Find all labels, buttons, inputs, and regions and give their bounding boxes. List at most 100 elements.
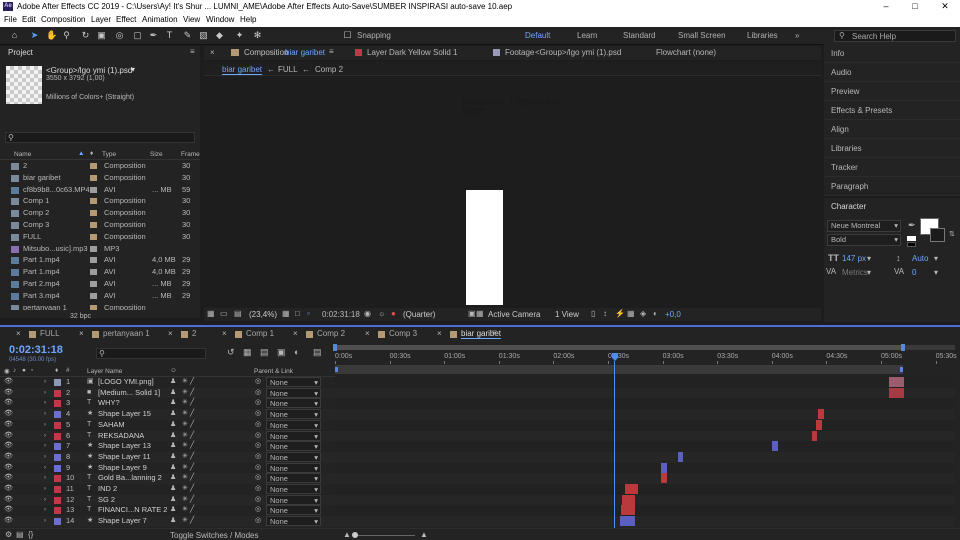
close-tab-icon[interactable]: × [16, 329, 21, 338]
visibility-eye-icon[interactable]: 👁 [4, 388, 13, 399]
quality-switch-icon[interactable]: ╱ [190, 505, 194, 516]
label-swatch[interactable] [90, 269, 97, 276]
pick-whip-icon[interactable]: ◎ [255, 431, 261, 442]
project-item[interactable]: Part 3.mp4 AVI ... MB 29 [0, 290, 200, 302]
project-item[interactable]: pertanyaan 1 Composition [0, 302, 200, 310]
character-title[interactable]: Character [831, 202, 866, 211]
expand-chevron-icon[interactable]: › [44, 516, 46, 527]
layer-duration-bar[interactable] [889, 387, 904, 398]
label-swatch[interactable] [54, 389, 61, 397]
layer-name[interactable]: WHY? [98, 398, 120, 409]
roto-brush-tool-icon[interactable]: ✦ [234, 30, 245, 41]
label-swatch[interactable] [54, 400, 61, 408]
expand-chevron-icon[interactable]: › [44, 420, 46, 431]
type-tool-icon[interactable]: T [164, 30, 175, 41]
pick-whip-icon[interactable]: ◎ [255, 505, 261, 516]
zoom-out-icon[interactable]: ▲ [343, 530, 351, 539]
tracking-value[interactable]: 0 [912, 268, 916, 277]
shy-switch-icon[interactable]: ♟ [170, 495, 176, 506]
label-swatch[interactable] [54, 475, 61, 483]
expand-chevron-icon[interactable]: › [44, 409, 46, 420]
collapse-switch-icon[interactable]: ✳ [182, 463, 188, 474]
font-family-dropdown[interactable]: Neue Montreal ▾ [827, 220, 901, 232]
layer-name[interactable]: SG 2 [98, 495, 115, 506]
close-tab-icon[interactable]: × [210, 48, 215, 57]
toggle-panes-icon[interactable]: ▤ [16, 530, 24, 539]
thumb-dropdown-icon[interactable]: ▾ [131, 65, 135, 74]
col-parent-link[interactable]: Parent & Link [254, 368, 293, 375]
visibility-eye-icon[interactable]: 👁 [4, 441, 13, 452]
tab-footage-prefix[interactable]: Footage [505, 48, 534, 57]
label-swatch[interactable] [54, 411, 61, 419]
layer-name[interactable]: IND 2 [98, 484, 117, 495]
parent-dropdown[interactable]: None ▾ [266, 430, 321, 441]
quality-switch-icon[interactable]: ╱ [190, 463, 194, 474]
layer-name[interactable]: Shape Layer 9 [98, 463, 147, 474]
project-item[interactable]: Comp 1 Composition 30 [0, 195, 200, 207]
layer-row[interactable]: 👁 › 14 ★ Shape Layer 7 ♟ ✳ ╱ ◎ None ▾ [0, 516, 335, 527]
collapse-switch-icon[interactable]: ✳ [182, 495, 188, 506]
visibility-eye-icon[interactable]: 👁 [4, 495, 13, 506]
label-swatch[interactable] [90, 292, 97, 299]
shy-layers-icon[interactable]: ▤ [260, 347, 269, 358]
navigator-end-handle[interactable] [900, 367, 903, 372]
view-layout-dropdown[interactable]: 1 View [555, 310, 579, 319]
breadcrumb-1[interactable]: FULL [278, 65, 298, 74]
collapse-switch-icon[interactable]: ✳ [182, 377, 188, 388]
work-area-range[interactable] [335, 345, 903, 350]
menu-file[interactable]: File [4, 15, 17, 24]
quality-switch-icon[interactable]: ╱ [190, 377, 194, 388]
label-swatch[interactable] [90, 257, 97, 264]
rotate-tool-icon[interactable]: ↻ [80, 30, 91, 41]
close-tab-icon[interactable]: × [293, 329, 298, 338]
parent-dropdown[interactable]: None ▾ [266, 441, 321, 452]
parent-dropdown[interactable]: None ▾ [266, 462, 321, 473]
draft-3d-icon[interactable]: ▦ [243, 347, 252, 358]
workspace-overflow-icon[interactable]: » [795, 31, 799, 40]
visibility-eye-icon[interactable]: 👁 [4, 420, 13, 431]
visibility-eye-icon[interactable]: 👁 [4, 409, 13, 420]
maximize-icon[interactable]: □ [905, 0, 925, 13]
project-item[interactable]: Part 1.mp4 AVI 4,0 MB 29 [0, 254, 200, 266]
chevron-down-icon[interactable]: ▾ [867, 254, 871, 263]
shy-switch-icon[interactable]: ♟ [170, 398, 176, 409]
collapse-switch-icon[interactable]: ✳ [182, 484, 188, 495]
view-options-icon[interactable]: ▯ [591, 309, 595, 318]
quality-switch-icon[interactable]: ╱ [190, 516, 194, 527]
menu-edit[interactable]: Edit [22, 15, 36, 24]
shy-switch-icon[interactable]: ♟ [170, 505, 176, 516]
label-swatch[interactable] [54, 379, 61, 386]
label-swatch[interactable] [54, 507, 61, 515]
3d-renderer-icon[interactable]: ↕ [603, 309, 607, 318]
white-swatch[interactable] [907, 236, 916, 241]
quality-switch-icon[interactable]: ╱ [190, 409, 194, 420]
rectangle-tool-icon[interactable]: ▢ [132, 30, 143, 41]
parent-dropdown[interactable]: None ▾ [266, 484, 321, 494]
expand-chevron-icon[interactable]: › [44, 505, 46, 516]
close-tab-icon[interactable]: × [437, 329, 442, 338]
expand-chevron-icon[interactable]: › [44, 495, 46, 506]
label-swatch[interactable] [90, 210, 97, 217]
label-col-icon[interactable]: ♦ [90, 150, 93, 157]
comp-mini-flowchart-icon[interactable]: ↺ [227, 347, 235, 358]
label-swatch[interactable] [54, 496, 61, 504]
layer-row[interactable]: 👁 › 12 T SG 2 ♟ ✳ ╱ ◎ None ▾ [0, 494, 335, 506]
tab-composition-name[interactable]: biar garibet [285, 48, 325, 57]
quality-switch-icon[interactable]: ╱ [190, 441, 194, 452]
panel-audio[interactable]: Audio [824, 63, 960, 82]
viewer-timecode[interactable]: 0:02:31:18 [322, 310, 360, 319]
project-item[interactable]: Comp 2 Composition 30 [0, 207, 200, 219]
project-item[interactable]: Mitsubo...usic].mp3 MP3 [0, 243, 200, 255]
breadcrumb-0[interactable]: biar garibet [222, 65, 263, 75]
layer-duration-bar[interactable] [661, 462, 667, 473]
pick-whip-icon[interactable]: ◎ [255, 388, 261, 399]
timeline-tab[interactable]: FULL [40, 329, 60, 338]
collapse-switch-icon[interactable]: ✳ [182, 452, 188, 463]
resolution-dropdown[interactable]: (Quarter) [403, 310, 435, 319]
motion-blur-icon[interactable]: ◐ [294, 347, 299, 357]
puppet-tool-icon[interactable]: ✻ [252, 30, 263, 41]
shy-switch-icon[interactable]: ♟ [170, 409, 176, 420]
parent-dropdown[interactable]: None ▾ [266, 419, 321, 430]
tab-composition-prefix[interactable]: Composition [244, 48, 288, 57]
pick-whip-icon[interactable]: ◎ [255, 398, 261, 409]
